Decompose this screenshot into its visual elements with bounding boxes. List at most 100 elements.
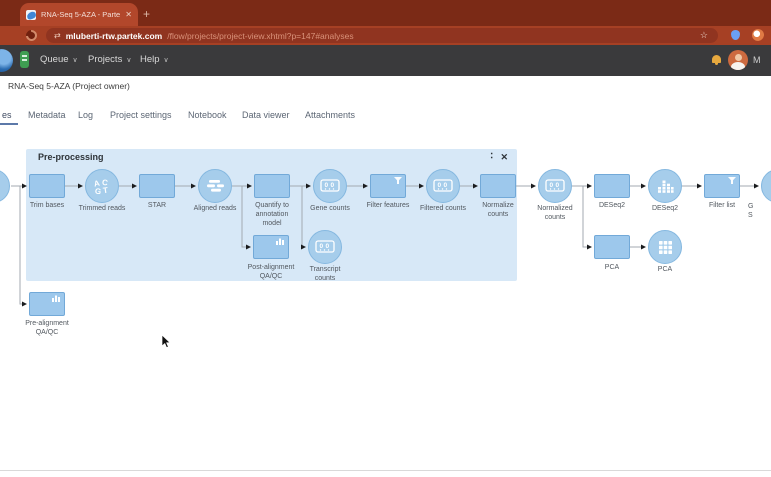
chevron-down-icon: ∨ <box>73 56 78 64</box>
tab-project-settings[interactable]: Project settings <box>110 110 172 120</box>
node-label: DESeq2 <box>584 202 640 211</box>
node-normalized-counts[interactable]: 00 <box>538 169 572 203</box>
browser-tab-strip: RNA-Seq 5-AZA - Partek Flo ✕ + <box>0 0 771 26</box>
node-filter-list[interactable] <box>704 174 740 198</box>
sequence-letters-icon: A C G T <box>92 178 112 195</box>
tab-notebook[interactable]: Notebook <box>188 110 227 120</box>
browser-url-row: ⇄ mluberti-rtw.partek.com /flow/projects… <box>0 26 771 45</box>
svg-text:0: 0 <box>550 182 554 189</box>
extension-icon[interactable] <box>731 30 740 40</box>
menu-help[interactable]: Help ∨ <box>140 54 169 65</box>
chevron-down-icon: ∨ <box>126 56 131 64</box>
node-gene-counts[interactable]: 00 <box>313 169 347 203</box>
node-label: PCA <box>637 266 693 275</box>
svg-text:T: T <box>102 185 108 194</box>
node-pre-alignment-qaqc[interactable] <box>29 292 65 316</box>
node-result-truncated[interactable] <box>761 169 771 203</box>
node-label: Trimmed reads <box>74 205 130 214</box>
svg-text:G: G <box>94 186 101 194</box>
menu-label: Projects <box>88 54 122 65</box>
counts-matrix-icon: 00 <box>315 240 335 254</box>
partek-flow-logo-icon[interactable] <box>20 51 29 68</box>
node-trim-bases[interactable] <box>29 174 65 198</box>
node-label: Filter list <box>694 202 750 211</box>
new-tab-button[interactable]: + <box>143 7 150 21</box>
mouse-cursor <box>160 334 172 350</box>
svg-text:0: 0 <box>325 182 329 189</box>
browser-profile-icon[interactable] <box>752 29 764 41</box>
node-label: Pre-alignment QA/QC <box>19 320 75 338</box>
node-input-data[interactable] <box>0 169 10 203</box>
svg-text:0: 0 <box>320 243 324 250</box>
url-domain: mluberti-rtw.partek.com <box>66 31 163 41</box>
node-label: PCA <box>584 264 640 273</box>
tab-log[interactable]: Log <box>78 110 93 120</box>
close-group-icon[interactable]: ✕ <box>500 152 508 163</box>
node-aligned-reads[interactable] <box>198 169 232 203</box>
node-label: Gene counts <box>302 205 358 214</box>
node-label-truncated: G S <box>748 203 771 221</box>
menu-queue[interactable]: Queue ∨ <box>40 54 78 65</box>
node-label: Quantify to annotation model <box>244 202 300 229</box>
chevron-down-icon: ∨ <box>164 56 169 64</box>
tab-metadata[interactable]: Metadata <box>28 110 66 120</box>
tab-analyses[interactable]: es <box>2 110 12 120</box>
tab-attachments[interactable]: Attachments <box>305 110 355 120</box>
menu-label: Help <box>140 54 160 65</box>
aligned-reads-icon <box>206 179 225 193</box>
node-label: Post-alignment QA/QC <box>243 264 299 282</box>
node-normalize-counts[interactable] <box>480 174 516 198</box>
node-trimmed-reads[interactable]: A C G T <box>85 169 119 203</box>
node-pca-task[interactable] <box>594 235 630 259</box>
reload-icon[interactable] <box>24 28 39 43</box>
node-label: Aligned reads <box>187 205 243 214</box>
node-label: DESeq2 <box>637 205 693 214</box>
qaqc-chart-icon <box>276 238 285 245</box>
node-label: Transcript counts <box>297 266 353 284</box>
user-avatar[interactable] <box>728 50 748 70</box>
svg-text:0: 0 <box>326 243 330 250</box>
funnel-icon <box>728 177 736 185</box>
menu-label: Queue <box>40 54 69 65</box>
svg-text:0: 0 <box>556 182 560 189</box>
node-deseq2-result[interactable] <box>648 169 682 203</box>
bookmark-star-icon[interactable]: ☆ <box>700 30 708 41</box>
counts-matrix-icon: 00 <box>433 179 453 193</box>
equalizer-bars-icon <box>657 179 674 194</box>
node-filtered-counts[interactable]: 00 <box>426 169 460 203</box>
svg-text:0: 0 <box>444 182 448 189</box>
funnel-icon <box>394 177 402 185</box>
page-title: RNA-Seq 5-AZA (Project owner) <box>8 81 130 91</box>
app-logo-partial <box>0 49 13 72</box>
username-text: M <box>753 55 761 65</box>
node-deseq2-task[interactable] <box>594 174 630 198</box>
node-label: Normalize counts <box>470 202 526 220</box>
node-label: Filter features <box>360 202 416 211</box>
group-title: Pre-processing <box>38 152 104 162</box>
notifications-bell-icon[interactable] <box>712 55 721 65</box>
node-filter-features[interactable] <box>370 174 406 198</box>
browser-tab[interactable]: RNA-Seq 5-AZA - Partek Flo ✕ <box>20 3 138 26</box>
svg-text:0: 0 <box>331 182 335 189</box>
grid-icon <box>658 240 673 255</box>
menu-projects[interactable]: Projects ∨ <box>88 54 131 65</box>
active-tab-underline <box>0 123 18 125</box>
qaqc-chart-icon <box>52 295 61 302</box>
site-permissions-icon[interactable]: ⇄ <box>54 31 61 40</box>
node-quantify-to-annotation-model[interactable] <box>254 174 290 198</box>
node-star[interactable] <box>139 174 175 198</box>
url-path: /flow/projects/project-view.xhtml?p=147#… <box>167 31 353 41</box>
address-bar[interactable]: ⇄ mluberti-rtw.partek.com /flow/projects… <box>46 28 718 43</box>
partek-favicon <box>26 10 36 20</box>
counts-matrix-icon: 00 <box>545 179 565 193</box>
app-header: Queue ∨ Projects ∨ Help ∨ M <box>0 45 771 76</box>
tab-data-viewer[interactable]: Data viewer <box>242 110 290 120</box>
svg-text:0: 0 <box>438 182 442 189</box>
collapse-group-icon[interactable]: ∶ <box>490 151 493 162</box>
tab-close-icon[interactable]: ✕ <box>125 10 132 19</box>
counts-matrix-icon: 00 <box>320 179 340 193</box>
bottom-divider <box>0 470 771 471</box>
node-transcript-counts[interactable]: 00 <box>308 230 342 264</box>
node-pca-result[interactable] <box>648 230 682 264</box>
node-post-alignment-qaqc[interactable] <box>253 235 289 259</box>
